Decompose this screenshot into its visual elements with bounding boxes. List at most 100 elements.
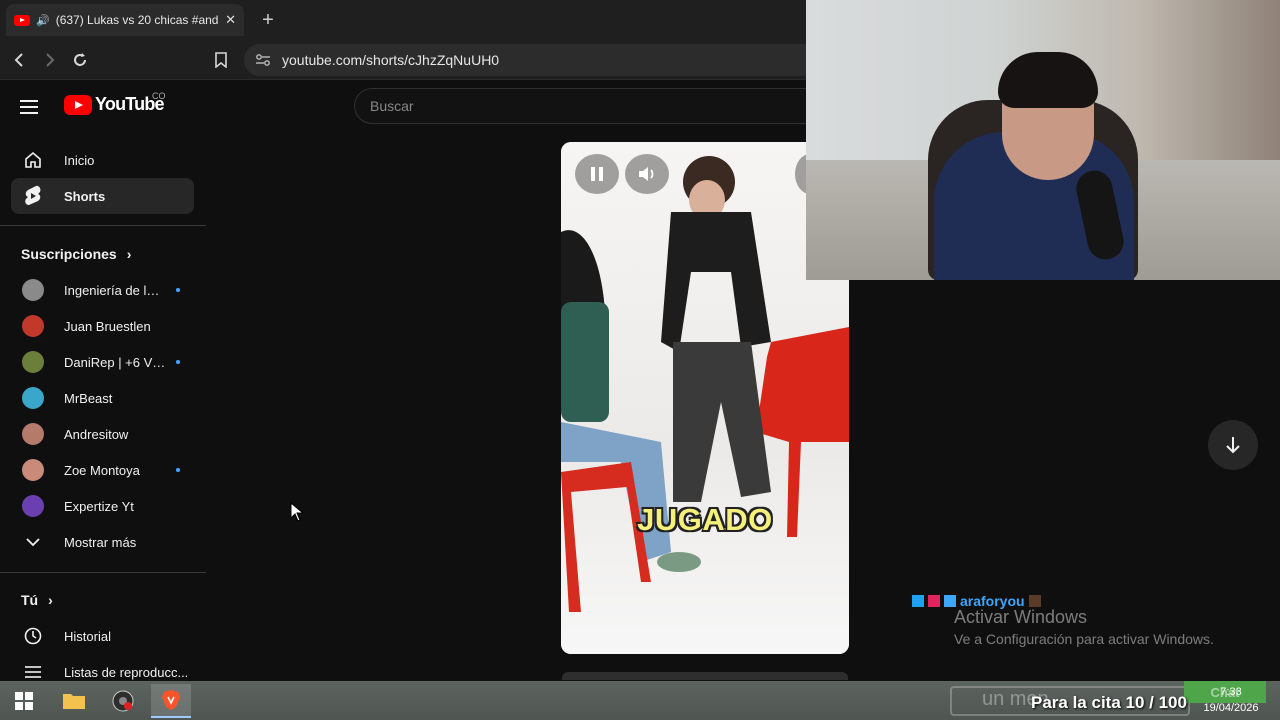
subscription-item[interactable]: Ingeniería de la ... [11,272,194,308]
subscription-label: DaniRep | +6 Víd... [64,354,166,370]
webcam-overlay [806,0,1280,280]
subscription-label: Andresitow [64,426,129,442]
site-info-icon[interactable] [254,51,272,69]
sidebar-item-historial[interactable]: Historial [11,618,194,654]
subscriptions-title: Suscripciones [21,246,117,262]
subscription-label: Juan Bruestlen [64,318,151,334]
forward-arrow-icon [46,53,55,67]
new-tab-button[interactable]: + [256,8,280,32]
twitter-icon [912,595,924,607]
avatar [22,315,44,337]
address-bar[interactable]: youtube.com/shorts/cJhzZqNuUH0 [244,44,844,76]
clock-date: 19/04/2026 [1203,702,1259,714]
activate-windows-title: Activar Windows [954,607,1088,627]
volume-button[interactable] [625,154,669,194]
taskbar-clock[interactable]: 7:33 19/04/2026 [1196,684,1266,716]
tab-title: (637) Lukas vs 20 chicas #andreitoww [55,13,219,27]
chevron-right-icon: › [126,246,132,262]
close-tab-icon[interactable]: ✕ [225,12,236,28]
sidebar-item-playlists[interactable]: Listas de reproducc... [11,654,194,681]
divider [0,225,206,226]
reload-button[interactable] [66,46,94,74]
folder-icon [63,694,85,709]
avatar [22,351,44,373]
brave-browser-button[interactable] [151,684,191,718]
video-caption: JUGADO [637,502,773,537]
avatar [1028,595,1041,607]
back-arrow-icon [14,53,23,67]
volume-icon [639,167,654,181]
subscriptions-heading[interactable]: Suscripciones › [21,246,131,262]
mouse-cursor-icon [290,502,304,522]
chevron-right-icon: › [48,592,53,608]
subscription-item[interactable]: Expertize Yt [11,488,194,524]
country-code: CO [152,91,166,101]
sidebar-item-inicio[interactable]: Inicio [11,142,194,178]
activate-windows-subtitle: Ve a Configuración para activar Windows. [954,631,1214,647]
subscription-label: Expertize Yt [64,498,134,514]
new-content-dot [176,468,180,472]
youtube-play-logo-icon [64,94,92,115]
tiktok-icon [928,595,940,607]
subscription-label: Ingeniería de la ... [64,282,166,298]
windows-logo-icon [15,692,33,710]
youtube-favicon-icon [14,14,30,26]
new-content-dot [176,360,180,364]
brave-lion-icon [162,690,180,710]
subscription-item[interactable]: Juan Bruestlen [11,308,194,344]
obs-button[interactable] [103,684,143,718]
file-explorer-button[interactable] [54,684,94,718]
shorts-icon [22,185,44,207]
avatar [22,423,44,445]
sidebar-item-label: Inicio [64,152,95,168]
forward-button[interactable] [35,46,63,74]
show-more-label: Mostrar más [64,534,137,550]
reload-icon [74,53,86,66]
subscription-item[interactable]: Andresitow [11,416,194,452]
youtube-masthead: YouTube CO Buscar [0,80,814,136]
clock-time: 7:33 [1220,686,1242,698]
sidebar-item-shorts[interactable]: Shorts [11,178,194,214]
subscription-item[interactable]: MrBeast [11,380,194,416]
youtube-logo[interactable]: YouTube [64,94,165,115]
pause-icon [591,167,603,181]
show-more-button[interactable]: Mostrar más [11,524,194,560]
new-content-dot [176,288,180,292]
avatar [22,495,44,517]
subscription-item[interactable]: Zoe Montoya [11,452,194,488]
sidebar-item-label: Historial [64,628,111,644]
instagram-icon [944,595,956,607]
start-button[interactable] [4,684,44,718]
you-title: Tú [21,592,39,608]
goal-counter: Para la cita 10 / 100 [1031,693,1187,712]
subscription-label: MrBeast [64,390,113,406]
you-heading[interactable]: Tú › [21,592,53,608]
history-icon [22,625,44,647]
sidebar-item-label: Listas de reproducc... [64,664,189,680]
menu-icon[interactable] [20,94,46,120]
pause-button[interactable] [575,154,619,194]
sidebar: Inicio Shorts Suscripciones › Ingeniería… [0,136,206,681]
avatar [22,279,44,301]
bookmark-icon [215,52,227,68]
subscription-item[interactable]: DaniRep | +6 Víd... [11,344,194,380]
subscription-label: Zoe Montoya [64,462,140,478]
search-input[interactable]: Buscar [354,88,814,124]
avatar [22,459,44,481]
search-placeholder: Buscar [370,98,414,114]
sidebar-item-label: Shorts [64,188,106,204]
home-icon [22,149,44,171]
divider [0,572,206,573]
obs-icon [112,690,134,712]
speaker-icon[interactable]: 🔊 [36,14,50,27]
chevron-down-icon [22,531,44,553]
browser-tab[interactable]: 🔊 (637) Lukas vs 20 chicas #andreitoww ✕ [6,4,244,36]
avatar [22,387,44,409]
next-short-preview[interactable] [562,672,848,680]
next-video-button[interactable] [1208,420,1258,470]
back-button[interactable] [6,46,34,74]
url-text: youtube.com/shorts/cJhzZqNuUH0 [282,52,500,68]
bookmark-button[interactable] [207,46,235,74]
arrow-down-icon [1226,437,1240,454]
playlist-icon [22,661,44,681]
